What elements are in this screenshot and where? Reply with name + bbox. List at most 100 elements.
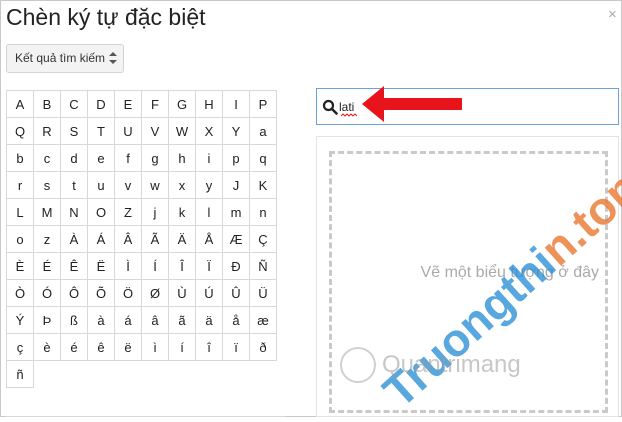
character-cell[interactable]: à (88, 307, 115, 334)
character-cell[interactable]: G (169, 91, 196, 118)
character-cell[interactable]: Ê (61, 253, 88, 280)
character-cell[interactable]: ß (61, 307, 88, 334)
character-cell[interactable]: e (88, 145, 115, 172)
character-cell[interactable]: Ã (142, 226, 169, 253)
character-cell[interactable]: Ñ (250, 253, 277, 280)
character-cell[interactable]: b (7, 145, 34, 172)
character-cell[interactable]: i (196, 145, 223, 172)
character-cell[interactable]: Ó (34, 280, 61, 307)
character-cell[interactable]: Q (7, 118, 34, 145)
character-cell[interactable]: ï (223, 334, 250, 361)
character-cell[interactable]: j (142, 199, 169, 226)
character-cell[interactable]: J (223, 172, 250, 199)
character-cell[interactable]: u (88, 172, 115, 199)
character-cell[interactable]: s (34, 172, 61, 199)
character-cell[interactable]: D (88, 91, 115, 118)
character-cell[interactable]: x (169, 172, 196, 199)
character-cell[interactable]: m (223, 199, 250, 226)
character-cell[interactable]: Ö (115, 280, 142, 307)
character-cell[interactable]: M (34, 199, 61, 226)
character-cell[interactable]: æ (250, 307, 277, 334)
character-cell[interactable]: ã (169, 307, 196, 334)
character-cell[interactable]: ë (115, 334, 142, 361)
character-cell[interactable]: O (88, 199, 115, 226)
character-cell[interactable]: Ô (61, 280, 88, 307)
character-cell[interactable]: á (115, 307, 142, 334)
character-cell[interactable]: R (34, 118, 61, 145)
character-cell[interactable]: ç (7, 334, 34, 361)
character-cell[interactable]: ñ (7, 361, 34, 388)
character-cell[interactable]: Í (142, 253, 169, 280)
character-cell[interactable]: l (196, 199, 223, 226)
character-cell[interactable]: v (115, 172, 142, 199)
character-cell[interactable]: S (61, 118, 88, 145)
character-cell[interactable]: W (169, 118, 196, 145)
character-cell[interactable]: k (169, 199, 196, 226)
character-cell[interactable]: è (34, 334, 61, 361)
character-cell[interactable]: L (7, 199, 34, 226)
character-cell[interactable]: Â (115, 226, 142, 253)
character-cell[interactable]: p (223, 145, 250, 172)
character-cell[interactable]: Ä (169, 226, 196, 253)
character-cell[interactable]: Ø (142, 280, 169, 307)
character-cell[interactable]: Û (223, 280, 250, 307)
character-cell[interactable]: Å (196, 226, 223, 253)
character-cell[interactable]: ê (88, 334, 115, 361)
character-cell[interactable]: r (7, 172, 34, 199)
character-cell[interactable]: a (250, 118, 277, 145)
character-cell[interactable]: Ý (7, 307, 34, 334)
character-cell[interactable]: É (34, 253, 61, 280)
character-cell[interactable]: d (61, 145, 88, 172)
character-cell[interactable]: C (61, 91, 88, 118)
character-cell[interactable]: g (142, 145, 169, 172)
character-cell[interactable]: È (7, 253, 34, 280)
character-cell[interactable]: A (7, 91, 34, 118)
character-cell[interactable]: Á (88, 226, 115, 253)
character-cell[interactable]: Ï (196, 253, 223, 280)
character-cell[interactable]: o (7, 226, 34, 253)
character-cell[interactable]: Ì (115, 253, 142, 280)
character-cell[interactable]: í (169, 334, 196, 361)
character-cell[interactable]: T (88, 118, 115, 145)
category-dropdown[interactable]: Kết quả tìm kiếm (6, 44, 124, 73)
character-cell[interactable]: Ë (88, 253, 115, 280)
character-cell[interactable]: h (169, 145, 196, 172)
character-cell[interactable]: î (196, 334, 223, 361)
character-cell[interactable]: Ð (223, 253, 250, 280)
character-cell[interactable]: Õ (88, 280, 115, 307)
character-cell[interactable]: y (196, 172, 223, 199)
character-cell[interactable]: f (115, 145, 142, 172)
character-cell[interactable]: Z (115, 199, 142, 226)
character-cell[interactable]: V (142, 118, 169, 145)
character-cell[interactable]: n (250, 199, 277, 226)
character-cell[interactable]: â (142, 307, 169, 334)
character-cell[interactable]: I (223, 91, 250, 118)
character-cell[interactable]: E (115, 91, 142, 118)
character-cell[interactable]: K (250, 172, 277, 199)
character-cell[interactable]: Ç (250, 226, 277, 253)
character-cell[interactable]: w (142, 172, 169, 199)
character-cell[interactable]: Æ (223, 226, 250, 253)
character-cell[interactable]: Y (223, 118, 250, 145)
character-cell[interactable]: P (250, 91, 277, 118)
character-cell[interactable]: À (61, 226, 88, 253)
character-cell[interactable]: U (115, 118, 142, 145)
character-cell[interactable]: Ù (169, 280, 196, 307)
character-cell[interactable]: Ú (196, 280, 223, 307)
character-cell[interactable]: ä (196, 307, 223, 334)
character-cell[interactable]: Þ (34, 307, 61, 334)
character-cell[interactable]: z (34, 226, 61, 253)
character-cell[interactable]: B (34, 91, 61, 118)
character-cell[interactable]: å (223, 307, 250, 334)
character-cell[interactable]: ì (142, 334, 169, 361)
character-cell[interactable]: F (142, 91, 169, 118)
character-cell[interactable]: t (61, 172, 88, 199)
character-cell[interactable]: é (61, 334, 88, 361)
character-cell[interactable]: Ü (250, 280, 277, 307)
character-cell[interactable]: X (196, 118, 223, 145)
character-cell[interactable]: Ò (7, 280, 34, 307)
character-cell[interactable]: Î (169, 253, 196, 280)
character-cell[interactable]: N (61, 199, 88, 226)
character-cell[interactable]: H (196, 91, 223, 118)
character-cell[interactable]: ð (250, 334, 277, 361)
